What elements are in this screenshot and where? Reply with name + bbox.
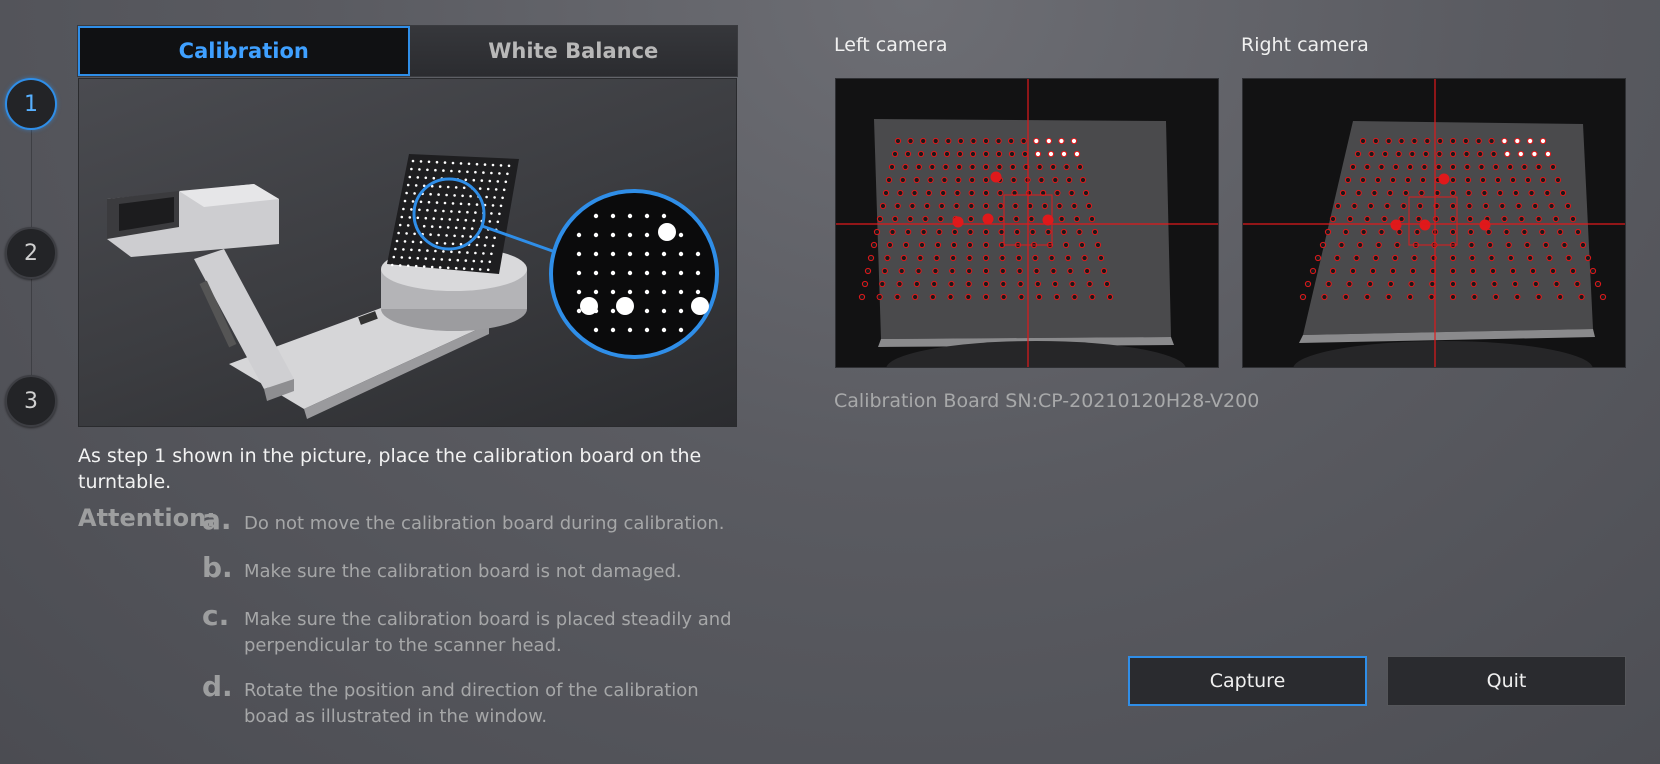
tab-white-balance[interactable]: White Balance (409, 26, 737, 76)
mode-tabs: Calibration White Balance (77, 25, 738, 77)
left-camera-label: Left camera (834, 34, 948, 56)
attention-letter-b: b. (202, 551, 233, 584)
zoom-circle (549, 189, 719, 359)
step-3-indicator: 3 (5, 375, 57, 427)
instruction-text: As step 1 shown in the picture, place th… (78, 445, 702, 493)
right-camera-label: Right camera (1241, 34, 1369, 56)
attention-letter-d: d. (202, 670, 233, 703)
attention-letter-a: a. (202, 503, 232, 536)
step-3-number: 3 (24, 388, 38, 414)
right-camera-feed (1243, 79, 1625, 367)
left-camera-view (835, 78, 1219, 368)
attention-title: Attention: (78, 504, 216, 532)
step-2-indicator: 2 (5, 227, 57, 279)
capture-button[interactable]: Capture (1128, 656, 1367, 706)
attention-letter-c: c. (202, 599, 230, 632)
attention-item-a: Do not move the calibration board during… (244, 513, 725, 534)
quit-button[interactable]: Quit (1387, 656, 1626, 706)
right-camera-view (1242, 78, 1626, 368)
attention-item-d: Rotate the position and direction of the… (244, 680, 699, 727)
left-camera-feed (836, 79, 1218, 367)
calibration-illustration (78, 78, 737, 427)
tab-calibration[interactable]: Calibration (78, 26, 410, 76)
attention-item-b: Make sure the calibration board is not d… (244, 561, 682, 582)
attention-item-c: Make sure the calibration board is place… (244, 609, 732, 656)
step-2-number: 2 (24, 240, 38, 266)
step-1-number: 1 (24, 91, 38, 117)
scanner-turntable-illustration (107, 154, 719, 419)
left-calibration-board (874, 119, 1171, 339)
step-1-indicator: 1 (5, 78, 57, 130)
calibration-board-serial: Calibration Board SN:CP-20210120H28-V200 (834, 390, 1260, 412)
